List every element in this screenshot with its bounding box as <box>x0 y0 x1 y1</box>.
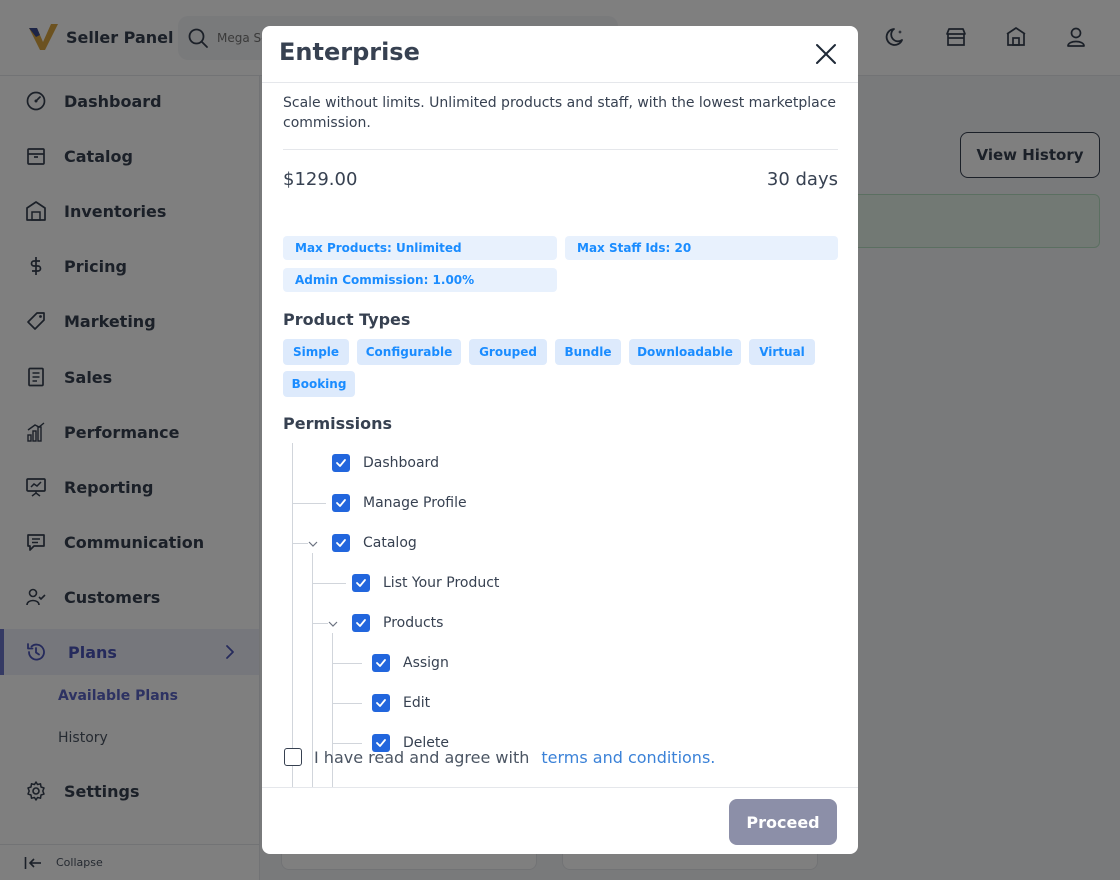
plan-modal: Enterprise Scale without limits. Unlimit… <box>262 26 858 854</box>
check-icon <box>356 579 366 587</box>
plan-price: $129.00 <box>283 169 358 190</box>
terms-agreement: I have read and agree with terms and con… <box>284 746 715 768</box>
plan-description: Scale without limits. Unlimited products… <box>283 95 837 131</box>
admin-commission-chip: Admin Commission: 1.00% <box>283 268 557 292</box>
permission-checkbox[interactable] <box>352 614 370 632</box>
product-type-tag: Booking <box>283 371 355 397</box>
permission-label: Dashboard <box>363 455 439 471</box>
permission-checkbox[interactable] <box>372 654 390 672</box>
tree-guide <box>332 743 362 744</box>
permission-label: Edit <box>403 695 431 711</box>
tree-guide <box>312 623 328 624</box>
tree-guide <box>332 703 362 704</box>
permission-label: Assign <box>403 655 449 671</box>
permission-manage-profile: Manage Profile <box>332 492 467 514</box>
tree-guide <box>292 543 308 544</box>
tree-guide <box>332 663 362 664</box>
permission-checkbox[interactable] <box>372 694 390 712</box>
check-icon <box>376 659 386 667</box>
terms-link[interactable]: terms and conditions. <box>541 748 715 767</box>
check-icon <box>336 459 346 467</box>
permission-label: List Your Product <box>383 575 500 591</box>
tree-guide <box>292 503 326 504</box>
plan-duration: 30 days <box>766 169 838 190</box>
permissions-tree: Dashboard Manage Profile Catalog List Yo… <box>283 443 838 787</box>
permission-checkbox[interactable] <box>352 574 370 592</box>
tree-guide <box>292 443 293 787</box>
check-icon <box>356 619 366 627</box>
permission-checkbox[interactable] <box>332 454 350 472</box>
modal-title: Enterprise <box>279 38 420 66</box>
permission-edit: Edit <box>372 692 430 714</box>
chevron-down-icon[interactable] <box>308 539 318 549</box>
chevron-down-icon[interactable] <box>328 619 338 629</box>
agree-checkbox[interactable] <box>284 748 302 766</box>
product-type-tag: Downloadable <box>629 339 741 365</box>
max-products-chip: Max Products: Unlimited <box>283 236 557 260</box>
permission-label: Catalog <box>363 535 417 551</box>
product-types-title: Product Types <box>283 310 411 329</box>
product-type-tag: Bundle <box>555 339 621 365</box>
check-icon <box>336 499 346 507</box>
permission-list-your-product: List Your Product <box>352 572 499 594</box>
modal-header: Enterprise <box>262 26 858 83</box>
product-type-tag: Grouped <box>469 339 547 365</box>
agree-text: I have read and agree with <box>314 747 530 767</box>
product-type-tag: Configurable <box>357 339 461 365</box>
proceed-button[interactable]: Proceed <box>729 799 837 845</box>
permission-label: Manage Profile <box>363 495 467 511</box>
check-icon <box>376 699 386 707</box>
max-staff-chip: Max Staff Ids: 20 <box>565 236 838 260</box>
product-type-tag: Virtual <box>749 339 815 365</box>
modal-body[interactable]: Scale without limits. Unlimited products… <box>283 83 838 787</box>
tree-guide <box>312 583 346 584</box>
permission-checkbox[interactable] <box>332 534 350 552</box>
permission-products: Products <box>352 612 443 634</box>
permissions-title: Permissions <box>283 414 393 433</box>
close-icon[interactable] <box>814 42 838 66</box>
modal-footer: Proceed <box>262 787 858 854</box>
permission-checkbox[interactable] <box>332 494 350 512</box>
divider <box>283 149 838 150</box>
permission-catalog: Catalog <box>332 532 417 554</box>
permission-label: Products <box>383 615 444 631</box>
product-type-tag: Simple <box>283 339 349 365</box>
check-icon <box>336 539 346 547</box>
permission-dashboard: Dashboard <box>332 452 439 474</box>
permission-assign: Assign <box>372 652 449 674</box>
